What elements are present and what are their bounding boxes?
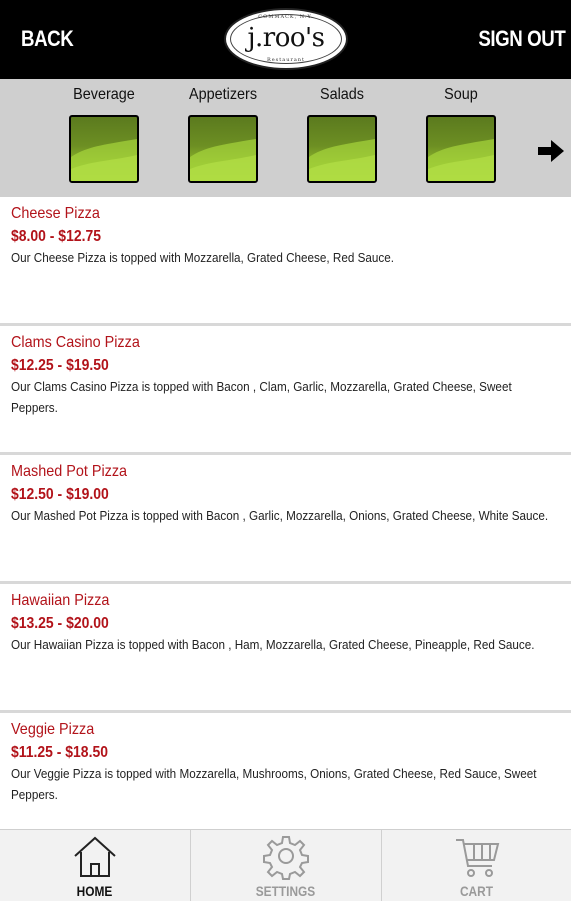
- tab-home[interactable]: HOME: [0, 830, 189, 901]
- tab-label: CART: [459, 883, 494, 899]
- category-salads[interactable]: Salads: [292, 79, 392, 183]
- item-price: $13.25 - $20.00: [11, 615, 109, 632]
- category-label: Beverage: [73, 86, 135, 103]
- tab-settings[interactable]: SETTINGS: [190, 830, 380, 901]
- logo-top-text: COMMACK, N.Y.: [258, 14, 314, 20]
- category-bar: Beverage Appetizers Salads Soup: [0, 79, 571, 197]
- image-thumbnail-icon: [307, 115, 377, 183]
- list-item[interactable]: Mashed Pot Pizza $12.50 - $19.00 Our Mas…: [0, 455, 571, 584]
- tab-cart[interactable]: CART: [381, 830, 571, 901]
- home-icon: [74, 836, 116, 877]
- app-header: BACK COMMACK, N.Y. j.roo's Restaurant SI…: [0, 0, 571, 79]
- item-title: Clams Casino Pizza: [11, 334, 140, 351]
- list-item[interactable]: Cheese Pizza $8.00 - $12.75 Our Cheese P…: [0, 197, 571, 326]
- menu-item-list: Cheese Pizza $8.00 - $12.75 Our Cheese P…: [0, 197, 571, 839]
- tab-label: HOME: [76, 883, 113, 899]
- category-beverage[interactable]: Beverage: [54, 79, 154, 183]
- item-description: Our Clams Casino Pizza is topped with Ba…: [11, 379, 512, 415]
- image-thumbnail-icon: [69, 115, 139, 183]
- category-label: Salads: [319, 86, 365, 103]
- list-item[interactable]: Hawaiian Pizza $13.25 - $20.00 Our Hawai…: [0, 584, 571, 713]
- image-thumbnail-icon: [188, 115, 258, 183]
- bottom-tab-bar: HOME SETTINGS CART: [0, 829, 571, 901]
- gear-icon: [263, 836, 309, 880]
- logo-name: j.roo's: [247, 23, 325, 53]
- item-description: Our Mashed Pot Pizza is topped with Baco…: [11, 508, 549, 523]
- item-title: Cheese Pizza: [11, 205, 100, 222]
- image-thumbnail-icon: [426, 115, 496, 183]
- item-title: Mashed Pot Pizza: [11, 463, 128, 480]
- category-appetizers[interactable]: Appetizers: [173, 79, 273, 183]
- item-title: Veggie Pizza: [11, 721, 95, 738]
- list-item[interactable]: Veggie Pizza $11.25 - $18.50 Our Veggie …: [0, 713, 571, 839]
- item-price: $12.50 - $19.00: [11, 486, 109, 503]
- tab-label: SETTINGS: [255, 883, 316, 899]
- sign-out-button[interactable]: SIGN OUT: [478, 26, 565, 52]
- cart-icon: [456, 839, 500, 877]
- item-description: Our Veggie Pizza is topped with Mozzarel…: [11, 766, 537, 802]
- item-price: $12.25 - $19.50: [11, 357, 109, 374]
- restaurant-logo: COMMACK, N.Y. j.roo's Restaurant: [224, 8, 348, 70]
- category-soup[interactable]: Soup: [411, 79, 511, 183]
- logo-bottom-text: Restaurant: [266, 57, 306, 63]
- category-label: Soup: [444, 86, 478, 103]
- item-price: $11.25 - $18.50: [11, 744, 108, 761]
- arrow-right-icon[interactable]: [538, 140, 564, 162]
- item-price: $8.00 - $12.75: [11, 228, 101, 245]
- item-description: Our Hawaiian Pizza is topped with Bacon …: [11, 637, 535, 652]
- item-description: Our Cheese Pizza is topped with Mozzarel…: [11, 250, 395, 265]
- category-label: Appetizers: [188, 86, 258, 103]
- list-item[interactable]: Clams Casino Pizza $12.25 - $19.50 Our C…: [0, 326, 571, 455]
- item-title: Hawaiian Pizza: [11, 592, 110, 609]
- back-button[interactable]: BACK: [21, 26, 74, 52]
